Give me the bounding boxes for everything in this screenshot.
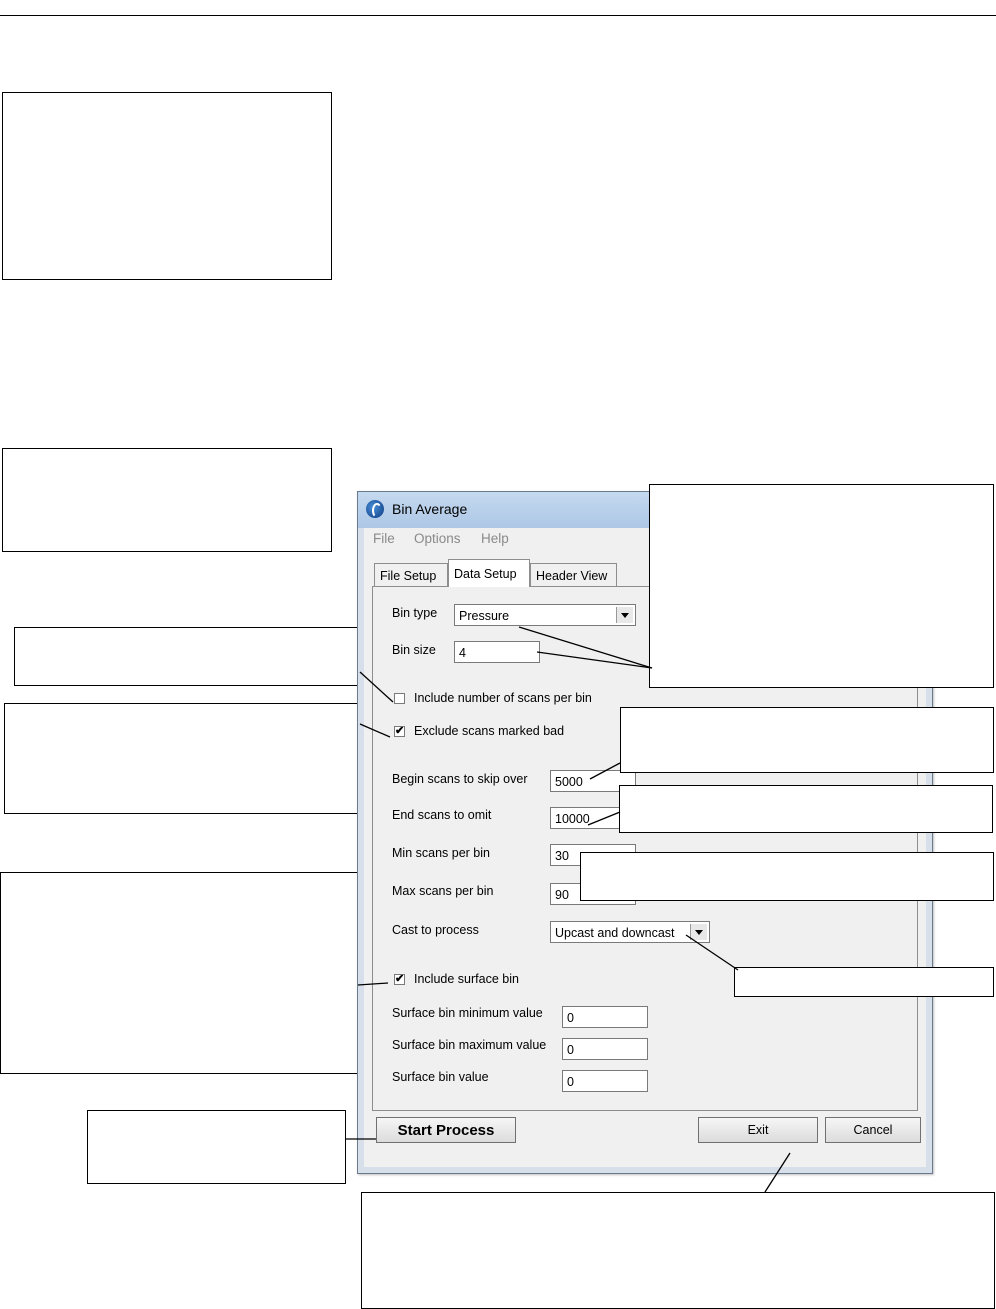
tab-file-setup[interactable]: File Setup bbox=[374, 563, 448, 586]
callout-box-4 bbox=[4, 703, 360, 814]
include-scans-checkbox[interactable] bbox=[394, 693, 405, 704]
surface-max-label: Surface bin maximum value bbox=[392, 1038, 547, 1052]
callout-box-3 bbox=[14, 627, 360, 686]
callout-box-8 bbox=[620, 707, 994, 773]
surface-value-label: Surface bin value bbox=[392, 1070, 489, 1084]
menu-options[interactable]: Options bbox=[414, 531, 461, 546]
surface-bin-checkbox[interactable]: ✔ bbox=[394, 974, 405, 985]
callout-box-7 bbox=[649, 484, 994, 688]
bin-size-label: Bin size bbox=[392, 643, 436, 657]
cancel-button[interactable]: Cancel bbox=[825, 1117, 921, 1143]
tab-header-view[interactable]: Header View bbox=[530, 563, 617, 586]
exclude-bad-checkbox[interactable]: ✔ bbox=[394, 726, 405, 737]
callout-box-9 bbox=[619, 785, 993, 833]
start-process-button[interactable]: Start Process bbox=[376, 1117, 516, 1143]
callout-box-6 bbox=[87, 1110, 346, 1184]
begin-skip-label: Begin scans to skip over bbox=[392, 772, 528, 786]
app-logo-icon bbox=[366, 500, 384, 518]
page-header-rule bbox=[0, 15, 996, 16]
surface-bin-label: Include surface bin bbox=[414, 972, 519, 986]
menu-file[interactable]: File bbox=[373, 531, 395, 546]
chevron-down-icon[interactable] bbox=[616, 607, 633, 623]
cast-label: Cast to process bbox=[392, 923, 479, 937]
callout-box-10 bbox=[580, 852, 994, 901]
callout-box-11 bbox=[734, 967, 994, 997]
end-omit-label: End scans to omit bbox=[392, 808, 492, 822]
tab-data-setup[interactable]: Data Setup bbox=[448, 559, 530, 587]
exclude-bad-label: Exclude scans marked bad bbox=[414, 724, 565, 738]
menu-help[interactable]: Help bbox=[481, 531, 509, 546]
bin-type-value: Pressure bbox=[459, 609, 510, 623]
callout-box-2 bbox=[2, 448, 332, 552]
callout-box-1 bbox=[2, 92, 332, 280]
max-scans-label: Max scans per bin bbox=[392, 884, 494, 898]
exit-button[interactable]: Exit bbox=[698, 1117, 818, 1143]
callout-box-5 bbox=[0, 872, 358, 1074]
bin-type-label: Bin type bbox=[392, 606, 438, 620]
surface-value-input[interactable]: 0 bbox=[562, 1070, 648, 1092]
surface-min-label: Surface bin minimum value bbox=[392, 1006, 543, 1020]
chevron-down-icon[interactable] bbox=[690, 924, 707, 940]
cast-select[interactable]: Upcast and downcast bbox=[550, 921, 710, 943]
include-scans-label: Include number of scans per bin bbox=[414, 691, 592, 705]
bin-type-select[interactable]: Pressure bbox=[454, 604, 636, 626]
window-title: Bin Average bbox=[392, 501, 468, 517]
bin-size-input[interactable]: 4 bbox=[454, 641, 540, 663]
callout-box-12 bbox=[361, 1192, 995, 1309]
cast-value: Upcast and downcast bbox=[555, 926, 675, 940]
min-scans-label: Min scans per bin bbox=[392, 846, 490, 860]
surface-min-input[interactable]: 0 bbox=[562, 1006, 648, 1028]
surface-max-input[interactable]: 0 bbox=[562, 1038, 648, 1060]
